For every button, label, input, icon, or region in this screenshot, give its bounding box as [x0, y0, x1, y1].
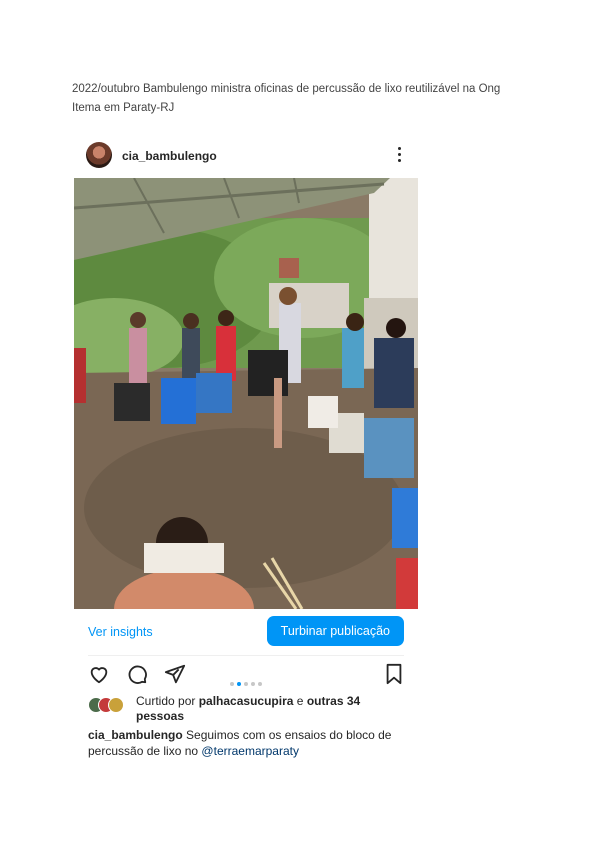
boost-post-button[interactable]: Turbinar publicação — [266, 616, 404, 646]
comment-icon[interactable] — [126, 663, 148, 685]
view-insights-link[interactable]: Ver insights — [88, 625, 153, 639]
heart-icon[interactable] — [88, 663, 110, 685]
share-icon[interactable] — [164, 663, 186, 685]
carousel-indicator — [230, 673, 265, 691]
likes-connector: e — [296, 694, 304, 708]
bookmark-icon[interactable] — [384, 663, 404, 685]
divider — [88, 655, 404, 656]
caption-username[interactable]: cia_bambulengo — [88, 728, 183, 742]
more-vertical-icon[interactable] — [398, 147, 402, 163]
likes-summary[interactable]: Curtido por palhacasucupira e outras 34 … — [88, 694, 408, 728]
post-username[interactable]: cia_bambulengo — [122, 149, 217, 163]
post-header: cia_bambulengo — [74, 138, 418, 178]
post-photo[interactable] — [74, 178, 418, 609]
liked-by-user[interactable]: palhacasucupira — [199, 694, 294, 708]
insights-row: Ver insights Turbinar publicação — [74, 615, 418, 649]
avatar[interactable] — [86, 142, 112, 168]
likes-prefix: Curtido por — [136, 694, 196, 708]
likes-text: Curtido por palhacasucupira e outras 34 … — [136, 694, 406, 724]
liker-avatars — [88, 697, 134, 713]
post-actions — [74, 660, 418, 692]
instagram-post: cia_bambulengo Ver insights Turbinar pub… — [74, 138, 418, 758]
document-caption: 2022/outubro Bambulengo ministra oficina… — [72, 83, 501, 114]
caption-mention[interactable]: @terraemarparaty — [201, 744, 299, 758]
post-caption: cia_bambulengo Seguimos com os ensaios d… — [88, 727, 404, 759]
